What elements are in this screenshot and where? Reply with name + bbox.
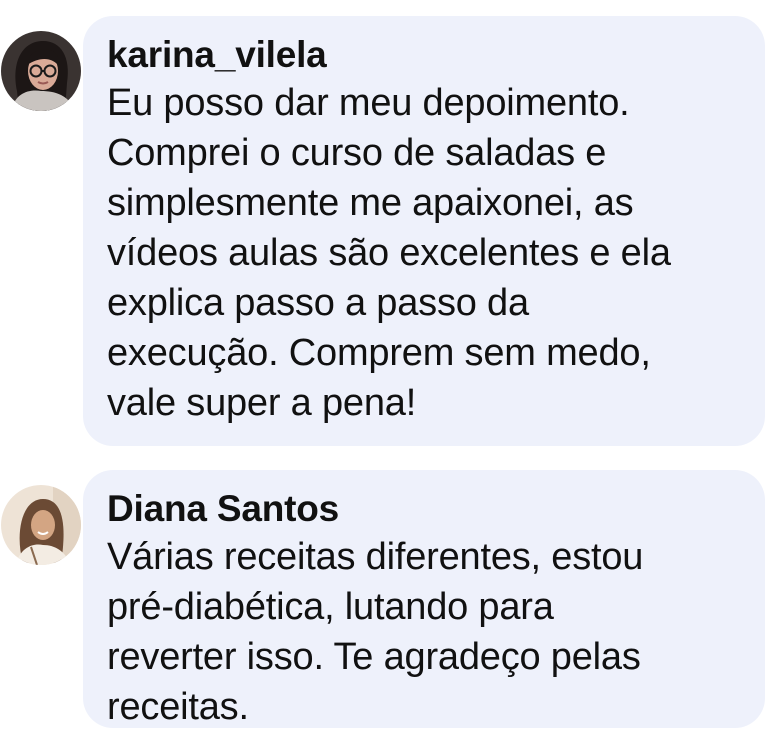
comment-author[interactable]: karina_vilela	[107, 32, 741, 78]
profile-photo-diana	[1, 485, 81, 565]
avatar[interactable]	[1, 485, 81, 565]
comment-bubble: karina_vilela Eu posso dar meu depoiment…	[83, 16, 765, 446]
comment-text: Eu posso dar meu depoimento. Comprei o c…	[107, 82, 671, 424]
profile-photo-karina	[1, 31, 81, 111]
comment-bubble: Diana Santos Várias receitas diferentes,…	[83, 470, 765, 728]
comment-text: Várias receitas diferentes, estou pré-di…	[107, 536, 644, 728]
avatar[interactable]	[1, 31, 81, 111]
comment-author[interactable]: Diana Santos	[107, 486, 741, 532]
